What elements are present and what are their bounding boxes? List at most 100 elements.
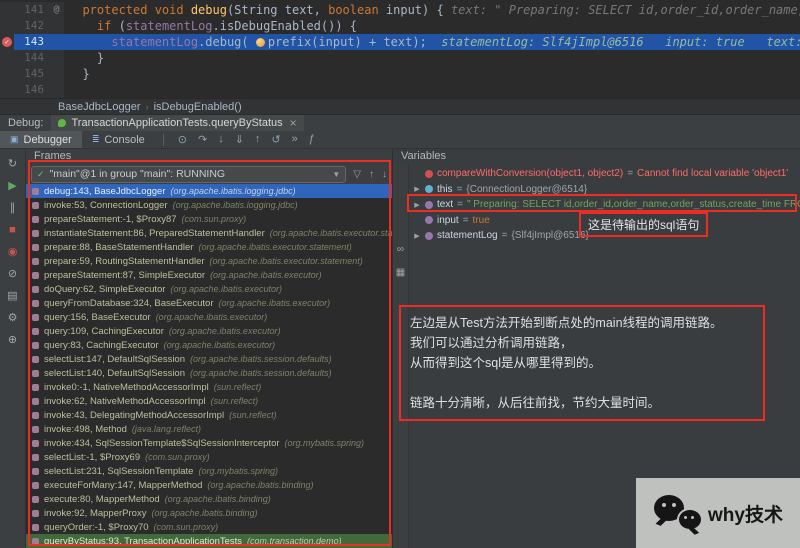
stack-frame-row[interactable]: prepare:88, BaseStatementHandler(org.apa…	[26, 240, 392, 254]
frame-package: (org.apache.ibatis.binding)	[165, 494, 271, 504]
variable-name: compareWithConversion(object1, object2)	[437, 168, 623, 179]
frames-panel-title: Frames	[26, 149, 392, 164]
frame-location: selectList:140, DefaultSqlSession	[44, 368, 185, 379]
pause-button[interactable]: ∥	[4, 201, 22, 215]
gutter-strip	[0, 66, 14, 82]
step-into-icon[interactable]: ↓	[218, 133, 224, 146]
breakpoint-icon[interactable]: ✓	[2, 37, 12, 47]
stack-frame-row[interactable]: queryOrder:-1, $Proxy70(com.sun.proxy)	[26, 520, 392, 534]
code-text[interactable]: }	[64, 66, 800, 82]
frame-location: query:109, CachingExecutor	[44, 326, 164, 337]
stack-frame-row[interactable]: selectList:231, SqlSessionTemplate(org.m…	[26, 464, 392, 478]
run-config-tab[interactable]: TransactionApplicationTests.queryByStatu…	[51, 115, 303, 131]
debugger-tab-icon: ▣	[10, 134, 19, 145]
frame-package: (com.sun.proxy)	[182, 214, 247, 224]
stack-frame-row[interactable]: prepareStatement:87, SimpleExecutor(org.…	[26, 268, 392, 282]
mute-breakpoints-button[interactable]: ⊘	[4, 267, 22, 281]
tab-console[interactable]: ≣Console	[82, 131, 155, 148]
step-over-icon[interactable]: ↷	[198, 133, 207, 146]
tab-debugger[interactable]: ▣Debugger	[0, 131, 82, 148]
next-frame-button[interactable]: ↓	[382, 169, 387, 180]
drop-frame-icon[interactable]: ↺	[271, 133, 280, 146]
variable-row[interactable]: compareWithConversion(object1, object2)=…	[409, 166, 800, 182]
show-execution-point-icon[interactable]: ⊙	[178, 133, 187, 146]
code-line[interactable]: 146	[0, 82, 800, 98]
force-step-into-icon[interactable]: ⇓	[235, 133, 244, 146]
stack-frame-row[interactable]: query:109, CachingExecutor(org.apache.ib…	[26, 324, 392, 338]
pin-button[interactable]: ⊕	[4, 333, 22, 347]
filter-frames-button[interactable]: ▽	[353, 169, 361, 180]
line-number[interactable]: 141	[14, 2, 49, 18]
breadcrumb-item[interactable]: BaseJdbcLogger	[58, 101, 141, 113]
prev-frame-button[interactable]: ↑	[369, 169, 374, 180]
layout-settings-icon[interactable]: ▦	[396, 267, 405, 278]
stack-frame-icon	[32, 286, 39, 293]
view-breakpoints-button[interactable]: ◉	[4, 245, 22, 259]
stop-button[interactable]: ■	[4, 223, 22, 237]
thread-dump-button[interactable]: ▤	[4, 289, 22, 303]
step-out-icon[interactable]: ↑	[255, 133, 261, 146]
run-to-cursor-icon[interactable]: »	[292, 133, 298, 146]
code-line[interactable]: 141@ protected void debug(String text, b…	[0, 2, 800, 18]
code-line[interactable]: 142 if (statementLog.isDebugEnabled()) {	[0, 18, 800, 34]
expand-arrow-icon[interactable]: ▶	[413, 232, 421, 240]
code-text[interactable]: protected void debug(String text, boolea…	[64, 2, 800, 18]
equals-sign: =	[457, 184, 463, 195]
stack-frame-row[interactable]: invoke:43, DelegatingMethodAccessorImpl(…	[26, 408, 392, 422]
stack-frame-row[interactable]: queryFromDatabase:324, BaseExecutor(org.…	[26, 296, 392, 310]
code-text[interactable]: statementLog.debug( prefix(input) + text…	[64, 34, 800, 50]
line-number[interactable]: 146	[14, 82, 49, 98]
code-text[interactable]	[64, 82, 800, 98]
code-line[interactable]: ✓143 statementLog.debug( prefix(input) +…	[0, 34, 800, 50]
settings-button[interactable]: ⚙	[4, 311, 22, 325]
thread-selector-dropdown[interactable]: ✓ "main"@1 in group "main": RUNNING ▼	[31, 166, 346, 183]
frame-nav-buttons: ▽ ↑ ↓	[353, 169, 387, 180]
stack-frame-row[interactable]: prepareStatement:-1, $Proxy87(com.sun.pr…	[26, 212, 392, 226]
stack-frame-row[interactable]: invoke0:-1, NativeMethodAccessorImpl(sun…	[26, 380, 392, 394]
rerun-button[interactable]: ↻	[4, 157, 22, 171]
frame-package: (org.apache.ibatis.logging.jdbc)	[173, 200, 298, 210]
code-line[interactable]: 144 }	[0, 50, 800, 66]
resume-button[interactable]: ▶	[4, 179, 22, 193]
stack-frame-row[interactable]: invoke:434, SqlSessionTemplate$SqlSessio…	[26, 436, 392, 450]
stack-frame-row[interactable]: invoke:53, ConnectionLogger (org.apache.i…	[26, 198, 392, 212]
breadcrumb-item[interactable]: isDebugEnabled()	[154, 101, 242, 113]
variable-type-icon	[425, 201, 433, 209]
expand-arrow-icon[interactable]: ▶	[413, 201, 421, 209]
stack-frame-row[interactable]: query:156, BaseExecutor(org.apache.ibati…	[26, 310, 392, 324]
stack-frame-row[interactable]: debug:143, BaseJdbcLogger(org.apache.iba…	[26, 184, 392, 198]
code-text[interactable]: if (statementLog.isDebugEnabled()) {	[64, 18, 800, 34]
stack-frame-row[interactable]: selectList:140, DefaultSqlSession(org.ap…	[26, 366, 392, 380]
evaluate-expression-icon[interactable]: ƒ	[309, 133, 315, 146]
stack-frame-row[interactable]: query:83, CachingExecutor(org.apache.iba…	[26, 338, 392, 352]
frame-package: (java.lang.reflect)	[132, 424, 201, 434]
stack-frame-row[interactable]: doQuery:62, SimpleExecutor(org.apache.ib…	[26, 282, 392, 296]
line-number[interactable]: 145	[14, 66, 49, 82]
stack-frame-row[interactable]: queryByStatus:93, TransactionApplication…	[26, 534, 392, 548]
stack-frame-row[interactable]: invoke:92, MapperProxy(org.apache.ibatis…	[26, 506, 392, 520]
frame-location: prepareStatement:87, SimpleExecutor	[44, 270, 205, 281]
close-icon[interactable]: ×	[290, 118, 297, 128]
code-text[interactable]: }	[64, 50, 800, 66]
code-editor[interactable]: 141@ protected void debug(String text, b…	[0, 0, 800, 98]
stack-frame-row[interactable]: instantiateStatement:86, PreparedStateme…	[26, 226, 392, 240]
equals-sign: =	[502, 230, 508, 241]
stack-frame-row[interactable]: prepare:59, RoutingStatementHandler(org.…	[26, 254, 392, 268]
gutter-strip	[0, 50, 14, 66]
stack-frame-row[interactable]: invoke:498, Method(java.lang.reflect)	[26, 422, 392, 436]
stack-frame-row[interactable]: selectList:147, DefaultSqlSession(org.ap…	[26, 352, 392, 366]
stack-frame-row[interactable]: executeForMany:147, MapperMethod(org.apa…	[26, 478, 392, 492]
watches-toggle-icon[interactable]: ∞	[397, 244, 404, 255]
stack-frame-row[interactable]: selectList:-1, $Proxy69(com.sun.proxy)	[26, 450, 392, 464]
stepper-toolbar: ⊙ ↷ ↓ ⇓ ↑ ↺ » ƒ	[178, 133, 315, 146]
stack-frame-row[interactable]: execute:80, MapperMethod(org.apache.ibat…	[26, 492, 392, 506]
stack-frame-row[interactable]: invoke:62, NativeMethodAccessorImpl(sun.…	[26, 394, 392, 408]
code-line[interactable]: 145 }	[0, 66, 800, 82]
expand-arrow-icon[interactable]: ▶	[413, 185, 421, 193]
line-number[interactable]: 142	[14, 18, 49, 34]
variable-row[interactable]: ▶this={ConnectionLogger@6514}	[409, 182, 800, 198]
variable-row[interactable]: ▶text=" Preparing: SELECT id,order_id,or…	[409, 197, 800, 213]
frame-location: invoke:53, ConnectionLogger	[44, 200, 168, 211]
line-number[interactable]: 144	[14, 50, 49, 66]
line-number[interactable]: 143	[14, 34, 49, 50]
